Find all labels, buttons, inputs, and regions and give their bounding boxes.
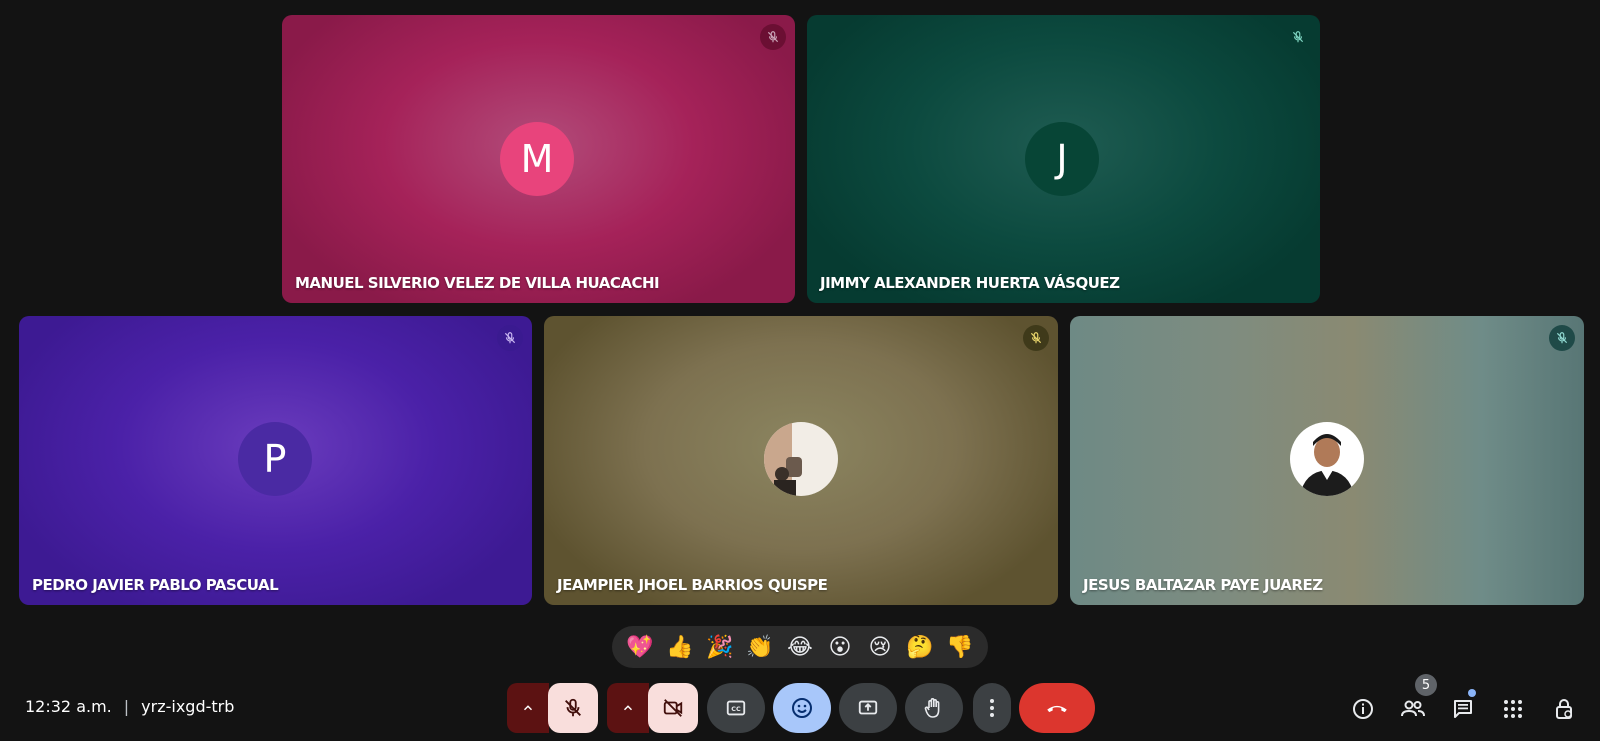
host-controls-button[interactable] bbox=[1549, 694, 1579, 724]
more-options-icon bbox=[990, 699, 994, 717]
participant-tile-3[interactable]: P PEDRO JAVIER PABLO PASCUAL bbox=[19, 316, 532, 605]
avatar-photo bbox=[764, 422, 838, 496]
meeting-details-button[interactable] bbox=[1348, 694, 1378, 724]
activities-icon bbox=[1504, 700, 1522, 718]
captions-button[interactable]: CC bbox=[707, 683, 765, 733]
reaction-laughing[interactable]: 😂 bbox=[781, 628, 819, 666]
chevron-up-icon bbox=[523, 705, 533, 711]
mic-off-icon bbox=[565, 698, 581, 717]
reactions-button[interactable] bbox=[773, 683, 831, 733]
svg-text:CC: CC bbox=[731, 705, 741, 713]
reactions-bar: 💖 👍 🎉 👏 😂 😮 😢 🤔 👎 bbox=[612, 626, 988, 668]
mic-muted-icon bbox=[760, 24, 786, 50]
leave-call-button[interactable] bbox=[1019, 683, 1095, 733]
participant-tile-1[interactable]: M MANUEL SILVERIO VELEZ DE VILLA HUACACH… bbox=[282, 15, 795, 303]
separator: | bbox=[123, 697, 130, 716]
camera-toggle-button[interactable] bbox=[648, 683, 698, 733]
avatar: J bbox=[1025, 122, 1099, 196]
participant-tile-2[interactable]: J JIMMY ALEXANDER HUERTA VÁSQUEZ bbox=[807, 15, 1320, 303]
reaction-crying[interactable]: 😢 bbox=[861, 628, 899, 666]
more-options-button[interactable] bbox=[973, 683, 1011, 733]
audio-options-button[interactable] bbox=[507, 683, 549, 733]
reaction-thumbs-down[interactable]: 👎 bbox=[941, 628, 979, 666]
people-button[interactable] bbox=[1398, 694, 1428, 724]
participant-name: MANUEL SILVERIO VELEZ DE VILLA HUACACHI bbox=[295, 274, 660, 292]
reaction-thumbs-up[interactable]: 👍 bbox=[661, 628, 699, 666]
reaction-thinking[interactable]: 🤔 bbox=[901, 628, 939, 666]
raise-hand-button[interactable] bbox=[905, 683, 963, 733]
reaction-party-popper[interactable]: 🎉 bbox=[701, 628, 739, 666]
present-screen-icon bbox=[858, 700, 878, 715]
meeting-info: 12:32 a.m. | yrz-ixgd-trb bbox=[25, 697, 234, 716]
raise-hand-icon bbox=[924, 698, 940, 718]
mic-muted-icon bbox=[1285, 24, 1311, 50]
participant-name: JEAMPIER JHOEL BARRIOS QUISPE bbox=[557, 576, 828, 594]
video-options-button[interactable] bbox=[607, 683, 649, 733]
participant-name: JIMMY ALEXANDER HUERTA VÁSQUEZ bbox=[820, 274, 1120, 292]
present-button[interactable] bbox=[839, 683, 897, 733]
reaction-surprised[interactable]: 😮 bbox=[821, 628, 859, 666]
chevron-up-icon bbox=[623, 705, 633, 711]
participant-tile-5[interactable]: JESUS BALTAZAR PAYE JUAREZ bbox=[1070, 316, 1584, 605]
mic-muted-icon bbox=[1549, 325, 1575, 351]
end-call-icon bbox=[1047, 705, 1067, 713]
mic-muted-icon bbox=[497, 325, 523, 351]
mic-muted-icon bbox=[1023, 325, 1049, 351]
chat-icon bbox=[1454, 700, 1472, 718]
participant-tile-4[interactable]: JEAMPIER JHOEL BARRIOS QUISPE bbox=[544, 316, 1058, 605]
chat-button[interactable] bbox=[1448, 694, 1478, 724]
chat-notification-dot bbox=[1468, 689, 1476, 697]
people-count-badge: 5 bbox=[1415, 674, 1437, 696]
meeting-time: 12:32 a.m. bbox=[25, 697, 112, 716]
avatar: M bbox=[500, 122, 574, 196]
participant-name: PEDRO JAVIER PABLO PASCUAL bbox=[32, 576, 279, 594]
participant-name: JESUS BALTAZAR PAYE JUAREZ bbox=[1083, 576, 1323, 594]
camera-off-icon bbox=[663, 699, 683, 717]
mic-toggle-button[interactable] bbox=[548, 683, 598, 733]
activities-button[interactable] bbox=[1498, 694, 1528, 724]
reaction-clapping[interactable]: 👏 bbox=[741, 628, 779, 666]
reaction-sparkling-heart[interactable]: 💖 bbox=[621, 628, 659, 666]
captions-icon: CC bbox=[726, 700, 746, 716]
avatar: P bbox=[238, 422, 312, 496]
meeting-code: yrz-ixgd-trb bbox=[141, 697, 235, 716]
emoji-icon bbox=[792, 698, 812, 718]
people-icon bbox=[1401, 700, 1425, 717]
avatar-photo bbox=[1290, 422, 1364, 496]
host-controls-icon bbox=[1556, 699, 1572, 719]
info-icon bbox=[1353, 699, 1373, 719]
